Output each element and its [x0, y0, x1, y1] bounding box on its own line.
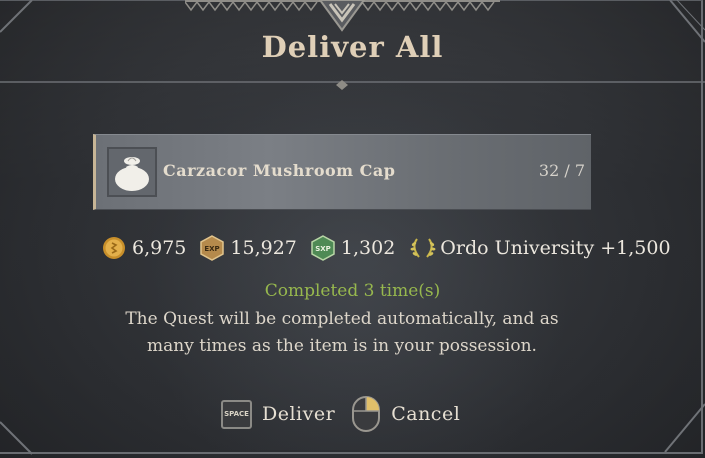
reward-reputation: Ordo University +1,500	[409, 235, 671, 261]
completed-count-text: Completed 3 time(s)	[264, 281, 441, 301]
title-divider	[0, 80, 705, 90]
rewards-row: 6,975 EXP 15,927 SXP 1,302 Ordo Universi…	[102, 232, 671, 264]
reward-sxp-value: 1,302	[340, 237, 396, 259]
reward-reputation-value: Ordo University +1,500	[440, 237, 671, 259]
space-key-icon[interactable]: SPACE	[221, 399, 252, 429]
reward-gold: 6,975	[102, 236, 186, 260]
svg-text:EXP: EXP	[205, 245, 220, 253]
action-bar: SPACE Deliver Cancel	[221, 396, 460, 432]
info-line-1: The Quest will be completed automaticall…	[125, 309, 559, 329]
svg-text:SXP: SXP	[315, 245, 331, 253]
gold-coin-icon	[103, 237, 125, 259]
item-name: Carzacor Mushroom Cap	[163, 161, 396, 180]
reward-exp: EXP 15,927	[200, 235, 297, 261]
mouse-right-click-icon[interactable]	[351, 395, 381, 433]
delivery-item-row: Carzacor Mushroom Cap 32 / 7	[93, 134, 591, 210]
exp-badge-icon: EXP	[200, 235, 225, 261]
guild-emblem-icon	[318, 0, 366, 32]
reward-sxp: SXP 1,302	[311, 235, 395, 261]
cancel-button[interactable]: Cancel	[391, 403, 460, 425]
info-line-2: many times as the item is in your posses…	[147, 336, 537, 356]
auto-complete-info: The Quest will be completed automaticall…	[92, 306, 592, 360]
corner-ornament-bottom-right	[664, 403, 705, 453]
dialog-title: Deliver All	[261, 30, 444, 64]
corner-ornament-bottom-left	[0, 421, 33, 455]
deliver-button[interactable]: Deliver	[262, 403, 335, 425]
dialog-frame	[0, 0, 703, 454]
laurel-icon	[410, 238, 436, 258]
item-count: 32 / 7	[538, 161, 585, 180]
mushroom-bag-icon	[107, 147, 157, 197]
sxp-badge-icon: SXP	[311, 235, 335, 261]
reward-exp-value: 15,927	[230, 237, 297, 259]
reward-gold-value: 6,975	[132, 237, 187, 259]
